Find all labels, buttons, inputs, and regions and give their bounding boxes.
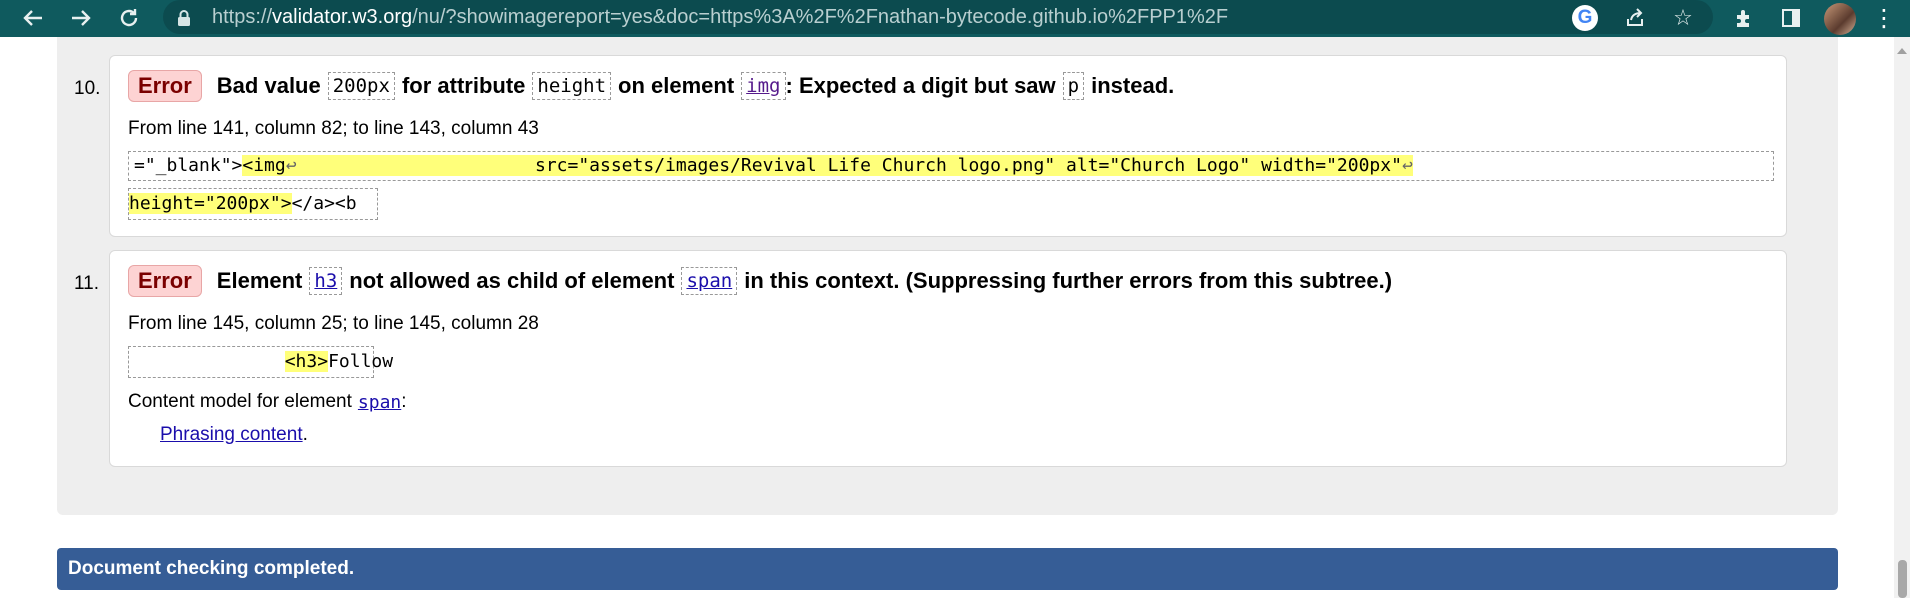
checking-completed-banner: Document checking completed. bbox=[57, 548, 1838, 590]
lock-icon[interactable] bbox=[174, 8, 194, 28]
extract-text: src="assets/images/Revival Life Church l… bbox=[296, 155, 1402, 176]
reload-icon[interactable] bbox=[114, 3, 144, 33]
url-scheme: https:// bbox=[212, 6, 273, 28]
message-text: instead. bbox=[1091, 73, 1175, 98]
element-link[interactable]: h3 bbox=[309, 267, 343, 295]
error-message: Error Element h3 not allowed as child of… bbox=[128, 265, 1392, 297]
url-path: /nu/?showimagereport=yes&doc=https%3A%2F… bbox=[412, 6, 1229, 28]
message-text: Bad value bbox=[216, 73, 321, 98]
scroll-up-arrow-icon[interactable] bbox=[1897, 48, 1907, 54]
content-model-element-link[interactable]: span bbox=[358, 392, 401, 413]
menu-icon[interactable]: ⋮ bbox=[1872, 3, 1896, 33]
code-attribute: height bbox=[532, 72, 612, 100]
line-break-icon: ↩ bbox=[1401, 155, 1413, 176]
google-icon[interactable]: G bbox=[1572, 5, 1598, 31]
browser-toolbar: https://validator.w3.org/nu/?showimagere… bbox=[0, 0, 1910, 37]
phrasing-content-link[interactable]: Phrasing content bbox=[160, 424, 303, 446]
message-text: not allowed as child of element bbox=[349, 268, 675, 293]
scrollbar[interactable] bbox=[1894, 37, 1910, 598]
extract-highlight: <h3> bbox=[284, 351, 329, 372]
error-number: 10. bbox=[74, 78, 101, 99]
code-char: p bbox=[1062, 72, 1085, 100]
content-model-label: Content model for element bbox=[128, 391, 352, 412]
extract-text: Follow bbox=[328, 351, 394, 372]
sidepanel-icon[interactable] bbox=[1778, 5, 1804, 31]
error-location: From line 141, column 82; to line 143, c… bbox=[128, 118, 539, 139]
back-icon[interactable] bbox=[18, 3, 48, 33]
extract-highlight: height="200px"> bbox=[129, 193, 292, 214]
scrollbar-thumb[interactable] bbox=[1898, 560, 1907, 598]
content-model-value: Phrasing content . bbox=[160, 424, 308, 446]
error-location: From line 145, column 25; to line 145, c… bbox=[128, 313, 539, 334]
error-badge: Error bbox=[128, 265, 202, 297]
url-host: validator.w3.org bbox=[272, 6, 413, 28]
error-badge: Error bbox=[128, 70, 202, 102]
extract-text bbox=[133, 351, 285, 372]
element-link[interactable]: span bbox=[681, 267, 738, 295]
message-text: on element bbox=[618, 73, 735, 98]
extract-text: </a><b bbox=[291, 193, 357, 214]
message-text: : Expected a digit but saw bbox=[785, 73, 1056, 98]
code-extract-line-2: height="200px"></a><b bbox=[129, 193, 357, 214]
extract-text: ="_blank"> bbox=[134, 155, 243, 176]
forward-icon[interactable] bbox=[66, 3, 96, 33]
extensions-icon[interactable] bbox=[1731, 5, 1757, 31]
extract-text: <img bbox=[242, 155, 286, 176]
code-value: 200px bbox=[327, 72, 395, 100]
code-extract: <h3>Follow bbox=[133, 351, 393, 372]
message-text: Element bbox=[216, 268, 303, 293]
line-break-icon: ↩ bbox=[285, 155, 297, 176]
share-icon[interactable] bbox=[1622, 5, 1648, 31]
error-message: Error Bad value 200px for attribute heig… bbox=[128, 70, 1174, 102]
url-text[interactable]: https://validator.w3.org/nu/?showimagere… bbox=[212, 6, 1228, 29]
error-number: 11. bbox=[74, 273, 100, 294]
star-icon[interactable]: ☆ bbox=[1670, 5, 1696, 31]
message-text: in this context. (Suppressing further er… bbox=[744, 268, 1393, 293]
code-extract-line-1: ="_blank"><img↩ src="assets/images/Reviv… bbox=[134, 155, 1413, 176]
content-model: Content model for element span : bbox=[128, 391, 407, 413]
avatar[interactable] bbox=[1824, 3, 1856, 35]
colon: : bbox=[401, 391, 407, 412]
period: . bbox=[302, 424, 308, 445]
element-link[interactable]: img bbox=[741, 72, 786, 100]
extract-highlight: <img↩ src="assets/images/Revival Life Ch… bbox=[242, 155, 1413, 176]
message-text: for attribute bbox=[401, 73, 526, 98]
